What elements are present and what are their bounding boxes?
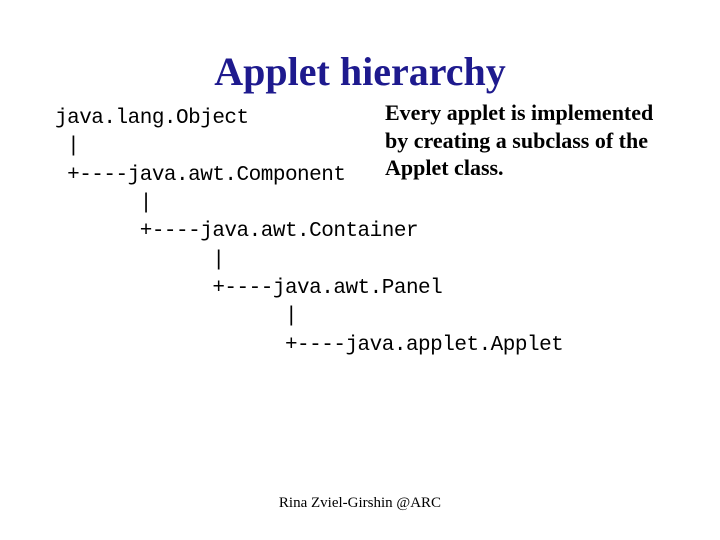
description-text: Every applet is implemented by creating … <box>385 99 675 182</box>
tree-line: +----java.awt.Component <box>55 164 345 187</box>
tree-line: +----java.applet.Applet <box>55 334 563 357</box>
tree-line: | <box>55 135 79 158</box>
slide-title: Applet hierarchy <box>0 0 720 105</box>
tree-line: | <box>55 305 297 328</box>
tree-line: +----java.awt.Container <box>55 220 418 243</box>
slide: Applet hierarchy Every applet is impleme… <box>0 0 720 540</box>
tree-line: +----java.awt.Panel <box>55 277 442 300</box>
content-area: Every applet is implemented by creating … <box>0 105 720 360</box>
tree-line: | <box>55 192 152 215</box>
footer-text: Rina Zviel-Girshin @ARC <box>0 495 720 512</box>
tree-line: java.lang.Object <box>55 107 249 130</box>
tree-line: | <box>55 249 224 272</box>
